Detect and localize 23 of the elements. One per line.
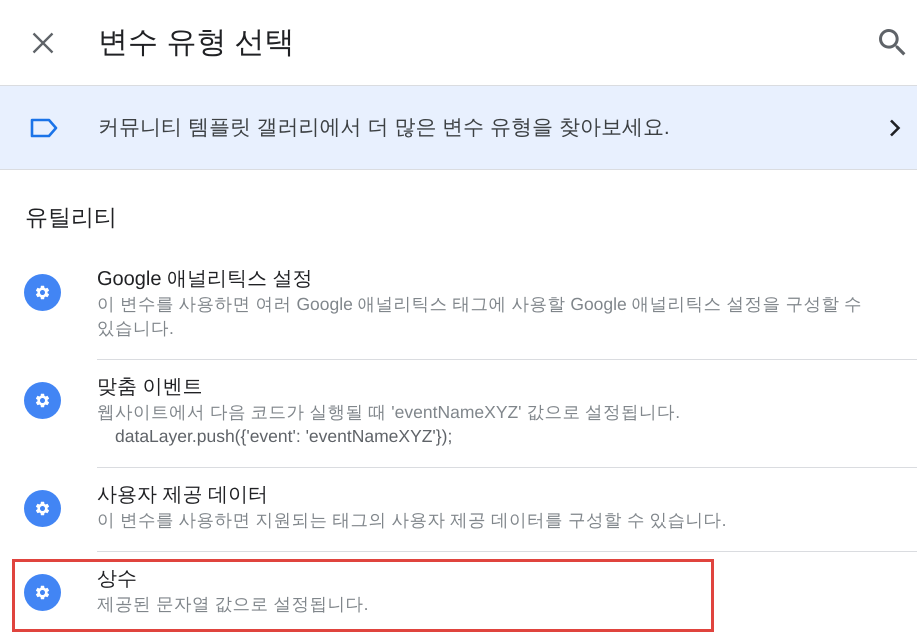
section-heading: 유틸리티: [25, 203, 117, 232]
gallery-banner[interactable]: 커뮤니티 템플릿 갤러리에서 더 많은 변수 유형을 찾아보세요.: [0, 86, 917, 170]
gear-icon: [24, 574, 61, 611]
variable-type-title[interactable]: 맞춤 이벤트: [97, 374, 203, 400]
gear-icon: [24, 490, 61, 527]
tag-icon: [30, 118, 58, 138]
variable-type-title[interactable]: 상수: [97, 566, 137, 592]
variable-type-description: 이 변수를 사용하면 지원되는 태그의 사용자 제공 데이터를 구성할 수 있습니다.: [97, 509, 726, 532]
variable-type-title[interactable]: Google 애널리틱스 설정: [97, 266, 313, 292]
gear-icon: [24, 274, 61, 311]
variable-type-description: 웹사이트에서 다음 코드가 실행될 때 'eventNameXYZ' 값으로 설정됩니다.: [97, 401, 680, 424]
gear-icon: [24, 382, 61, 419]
dialog-title: 변수 유형 선택: [98, 24, 295, 60]
close-button[interactable]: [32, 32, 54, 54]
variable-type-description: 이 변수를 사용하면 여러 Google 애널리틱스 태그에 사용할 Google 애널리틱스 설정을 구성할 수 있습니다.: [97, 293, 864, 340]
search-button[interactable]: [879, 28, 907, 56]
search-icon: [879, 28, 907, 56]
close-icon: [32, 32, 54, 54]
variable-type-title[interactable]: 사용자 제공 데이터: [97, 482, 268, 508]
variable-type-description: 제공된 문자열 값으로 설정됩니다.: [97, 593, 368, 616]
chevron-right-icon: [889, 118, 901, 136]
code-snippet: dataLayer.push({'event': 'eventNameXYZ'});: [114, 425, 452, 448]
banner-text: 커뮤니티 템플릿 갤러리에서 더 많은 변수 유형을 찾아보세요.: [98, 114, 670, 141]
